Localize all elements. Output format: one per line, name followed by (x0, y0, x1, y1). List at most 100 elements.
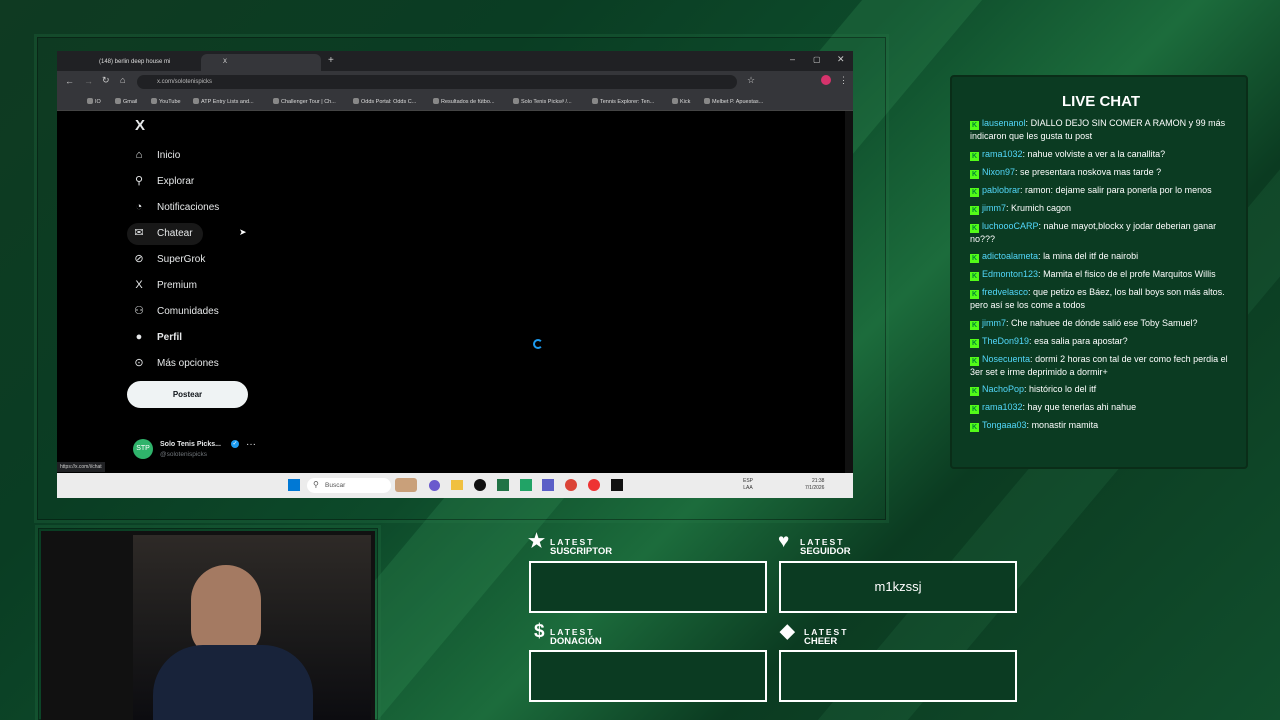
home-icon[interactable]: ⌂ (120, 75, 125, 85)
clock[interactable]: 21:38 7/1/2026 (805, 478, 824, 492)
back-icon[interactable]: ← (65, 76, 74, 86)
chat-text: nahue volviste a ver a la canallita? (1027, 148, 1166, 159)
nav-inicio[interactable]: ⌂ Inicio (127, 145, 237, 167)
chat-username[interactable]: lausenanol (982, 118, 1026, 128)
latest-seguidor-box: m1kzssj (779, 561, 1017, 613)
nav-explorar[interactable]: ⚲ Explorar (127, 171, 237, 193)
minimize-icon[interactable]: – (790, 54, 795, 64)
chat-username[interactable]: rama1032 (982, 402, 1023, 412)
person-icon: ● (135, 331, 143, 343)
bookmarks-bar: IO Gmail YouTube ATP Entry Lists and... … (57, 93, 853, 111)
bookmark[interactable]: Solo Tenis Picks# /... (513, 98, 572, 105)
bookmark[interactable]: Kick (672, 98, 690, 105)
tab-youtube[interactable]: (148) berlin deep house mi (77, 54, 199, 71)
bookmark[interactable]: YouTube (151, 98, 181, 105)
nav-label: Notificaciones (157, 202, 220, 213)
tab-x[interactable]: X (201, 54, 321, 71)
excel-icon[interactable] (497, 479, 509, 491)
latest-suscriptor-label: ★ LATEST SUSCRIPTOR (528, 532, 613, 557)
chat-username[interactable]: Nixon97 (982, 167, 1015, 177)
nav-perfil[interactable]: ● Perfil (127, 327, 237, 349)
nav-comunidades[interactable]: ⚇ Comunidades (127, 301, 237, 323)
chrome-icon[interactable] (565, 479, 577, 491)
post-button[interactable]: Postear (127, 381, 248, 408)
widgets-icon[interactable] (395, 478, 417, 492)
bookmark[interactable]: Challenger Tour | Ch... (273, 98, 336, 105)
nav-chatear[interactable]: ✉ Chatear (127, 223, 203, 245)
nav-label: SuperGrok (157, 254, 206, 265)
reload-icon[interactable]: ↻ (102, 75, 110, 86)
maximize-icon[interactable]: ▢ (813, 55, 821, 64)
kick-badge-icon: K (970, 205, 979, 215)
chat-username[interactable]: Nosecuenta (982, 354, 1030, 364)
nav-label: Comunidades (157, 306, 219, 317)
chat-message: Krama1032: nahue volviste a ver a la can… (970, 148, 1232, 161)
teams-icon[interactable] (542, 479, 554, 491)
bookmark[interactable]: Resultados de fútbo... (433, 98, 495, 105)
windows-start-icon[interactable] (288, 479, 300, 491)
tab-label: (148) berlin deep house mi (99, 59, 171, 65)
tab-bar: (148) berlin deep house mi X + – ▢ ✕ (57, 51, 853, 71)
latest-cheer-box (779, 650, 1017, 702)
folder-icon[interactable] (451, 480, 463, 490)
nav-premium[interactable]: X Premium (127, 275, 237, 297)
bookmark[interactable]: Gmail (115, 98, 137, 105)
app-icon[interactable] (611, 479, 623, 491)
chat-username[interactable]: TheDon919 (982, 336, 1029, 346)
forward-icon[interactable]: → (84, 76, 93, 86)
chat-message: Kjimm7: Krumich cagon (970, 202, 1232, 215)
chat-username[interactable]: jimm7 (982, 203, 1006, 213)
nav-mas-opciones[interactable]: ⊙ Más opciones (127, 353, 237, 375)
label-line2: DONACIÓN (550, 636, 602, 647)
chat-username[interactable]: luchoooCARP (982, 221, 1039, 231)
bookmark[interactable]: Odds Portal: Odds C... (353, 98, 416, 105)
label-line2: SUSCRIPTOR (550, 546, 613, 557)
kick-badge-icon: K (970, 223, 979, 233)
keyboard-lang[interactable]: ESP LAA (743, 478, 753, 492)
profile-avatar[interactable] (821, 75, 831, 85)
webcam-image (133, 535, 371, 720)
lang-label: ESP (743, 478, 754, 484)
x-logo[interactable]: X (135, 117, 145, 134)
menu-dots-icon[interactable]: ⋮ (839, 75, 848, 86)
nav-label: Premium (157, 280, 198, 291)
kick-badge-icon: K (970, 254, 979, 263)
chat-username[interactable]: jimm7 (982, 318, 1006, 328)
date-label: 7/1/2026 (805, 485, 825, 491)
bookmark[interactable]: IO (87, 98, 101, 105)
chat-message: K Nosecuenta: dormi 2 horas con tal de ve… (970, 353, 1232, 379)
latest-donacion-box (529, 650, 767, 702)
streamer-body (153, 645, 313, 720)
account-switcher[interactable]: STP Solo Tenis Picks... ✓ @solotenispick… (133, 439, 263, 463)
scrollbar[interactable] (845, 111, 853, 473)
chat-username[interactable]: NachoPop (982, 384, 1024, 394)
tiktok-icon[interactable] (474, 479, 486, 491)
url-input[interactable]: x.com/solotenispicks (137, 75, 737, 89)
new-tab-icon[interactable]: + (328, 55, 334, 66)
dollar-icon: $ (534, 621, 545, 642)
bookmark[interactable]: ATP Entry Lists and... (193, 98, 254, 105)
chat-messages: Klausenanol: DIALLO DEJO SIN COMER A RAM… (970, 117, 1232, 437)
nav-notificaciones[interactable]: ◔ Notificaciones (127, 197, 237, 219)
bookmark[interactable]: Tennis Explorer: Ten... (592, 98, 654, 105)
close-icon[interactable]: ✕ (837, 54, 845, 65)
chat-username[interactable]: pablobrar (982, 185, 1020, 195)
taskbar-search[interactable]: ⚲ Buscar (307, 478, 391, 493)
chat-username[interactable]: fredvelasco (982, 287, 1028, 297)
chat-username[interactable]: Edmonton123 (982, 269, 1038, 279)
app-icon[interactable] (588, 479, 600, 491)
chat-text: ramon: dejame salir para ponerla por lo … (1025, 184, 1212, 195)
star-icon[interactable]: ☆ (747, 75, 755, 86)
latest-cheer-label: ◆ LATEST CHEER (780, 622, 848, 646)
copilot-icon[interactable] (429, 480, 440, 491)
nav-label: Explorar (157, 176, 195, 187)
bookmark[interactable]: Melbet P. Apuestas... (704, 98, 763, 105)
nav-supergrok[interactable]: ⊘ SuperGrok (127, 249, 237, 271)
chat-username[interactable]: Tongaaa03 (982, 420, 1027, 430)
taskbar: ⚲ Buscar ESP LAA 21:38 7/1/2026 (57, 473, 853, 498)
chat-username[interactable]: rama1032 (982, 149, 1023, 159)
app-icon[interactable] (520, 479, 532, 491)
heart-icon: ♥ (778, 531, 790, 552)
chat-username[interactable]: adictoalameta (982, 251, 1038, 261)
kick-badge-icon: K (970, 320, 979, 330)
